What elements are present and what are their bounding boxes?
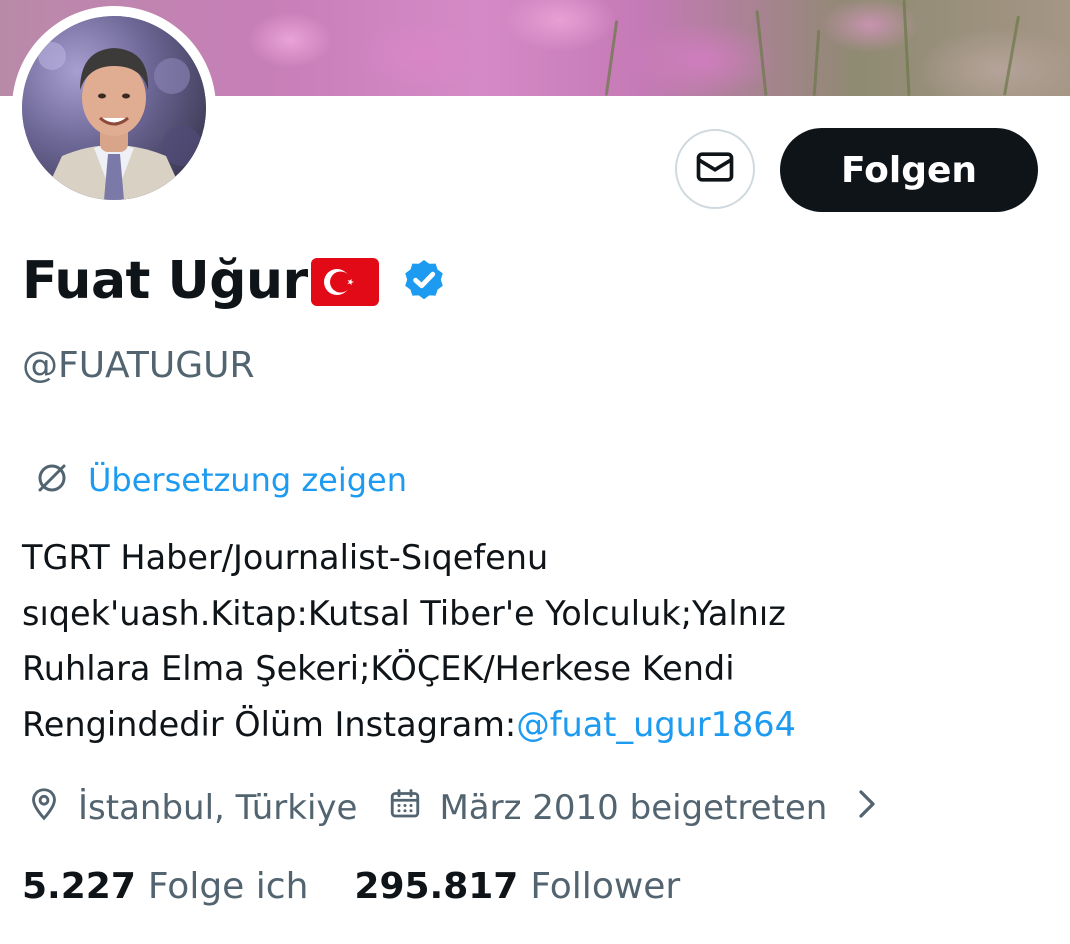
followers-label: Follower [530,866,681,907]
envelope-icon [693,145,737,193]
profile-handle: @FUATUGUR [22,345,255,386]
instagram-mention-link[interactable]: @fuat_ugur1864 [516,705,796,744]
profile-meta-row: İstanbul, Türkiye März 2010 beigetreten [26,782,881,834]
followers-link[interactable]: 295.817 Follower [354,866,680,907]
chevron-right-icon[interactable] [853,786,881,831]
follow-button[interactable]: Folgen [780,128,1038,212]
translate-globe-icon [34,460,70,500]
message-button[interactable] [675,129,755,209]
translate-bio-link[interactable]: Übersetzung zeigen [34,458,407,502]
following-label: Folge ich [147,866,309,907]
followers-count: 295.817 [354,866,519,907]
calendar-icon [387,786,423,831]
display-name: Fuat Uğur [22,251,308,311]
bio-line: sıqek'uash.Kitap:Kutsal Tiber'e Yolculuk… [22,593,786,633]
profile-bio: TGRT Haber/Journalist-Sıqefenu sıqek'uas… [22,530,1032,752]
follow-button-label: Folgen [840,149,978,191]
bio-line: Rengindedir Ölüm Instagram:@fuat_ugur186… [22,697,1032,753]
translate-label: Übersetzung zeigen [88,461,407,499]
following-count: 5.227 [22,866,136,907]
bio-line: Ruhlara Elma Şekeri;KÖÇEK/Herkese Kendi [22,649,735,688]
profile-joined-date: März 2010 beigetreten [439,788,828,828]
avatar-photo [22,16,206,200]
location-pin-icon [26,786,62,831]
profile-location: İstanbul, Türkiye [78,788,358,828]
bio-text: Rengindedir Ölüm Instagram: [22,704,517,744]
turkey-flag-icon [310,257,380,311]
profile-avatar[interactable] [12,6,216,210]
profile-stats-row: 5.227 Folge ich 295.817 Follower [22,866,680,922]
bio-line: TGRT Haber/Journalist-Sıqefenu [22,538,549,577]
verified-badge-icon[interactable] [400,257,448,309]
following-link[interactable]: 5.227 Folge ich [22,866,308,907]
profile-name-row: Fuat Uğur [22,246,448,316]
